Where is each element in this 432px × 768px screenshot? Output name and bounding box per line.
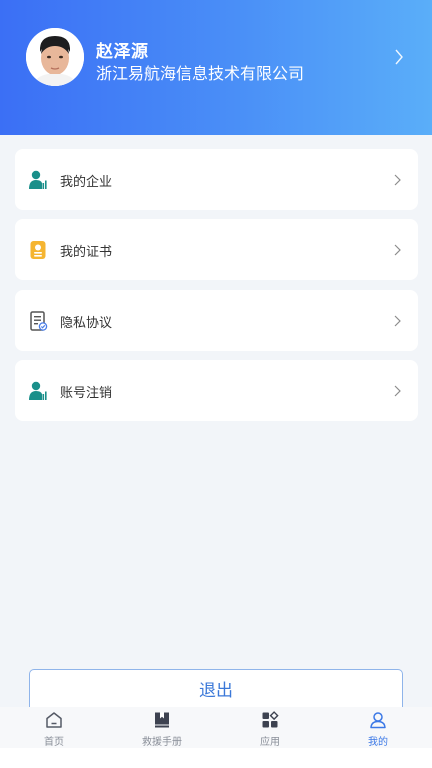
profile-header[interactable]: 赵泽源 浙江易航海信息技术有限公司 [0,0,432,135]
profile-icon [370,712,386,729]
menu-item-certificate[interactable]: 我的证书 [15,219,418,280]
tab-mine[interactable]: 我的 [324,707,432,748]
tab-label: 首页 [44,737,64,748]
tab-label: 我的 [368,737,388,748]
tab-label: 救援手册 [142,737,182,748]
enterprise-user-icon [29,170,47,189]
menu-item-enterprise[interactable]: 我的企业 [15,149,418,210]
certificate-icon [30,241,46,259]
bottom-safe-area [0,748,432,768]
profile-name: 赵泽源 [96,42,149,62]
tab-label: 应用 [260,737,280,748]
bottom-tab-bar: 首页 救援手册 应用 我的 [0,707,432,748]
menu-item-label: 我的证书 [60,245,113,260]
privacy-document-icon [30,311,48,331]
menu-item-account-cancel[interactable]: 账号注销 [15,360,418,421]
chevron-right-icon [395,49,403,65]
profile-company: 浙江易航海信息技术有限公司 [96,64,305,83]
chevron-right-icon [394,244,401,256]
home-icon [46,712,62,728]
account-user-icon [29,381,47,400]
tab-home[interactable]: 首页 [0,707,108,748]
menu-item-label: 隐私协议 [60,316,113,331]
tab-apps[interactable]: 应用 [216,707,324,748]
apps-icon [262,711,279,728]
chevron-right-icon [394,385,401,397]
manual-book-icon [155,712,169,728]
chevron-right-icon [394,174,401,186]
avatar [26,28,84,86]
menu-item-privacy[interactable]: 隐私协议 [15,290,418,351]
chevron-right-icon [394,315,401,327]
menu-item-label: 账号注销 [60,386,113,401]
tab-manual[interactable]: 救援手册 [108,707,216,748]
menu-item-label: 我的企业 [60,175,113,190]
